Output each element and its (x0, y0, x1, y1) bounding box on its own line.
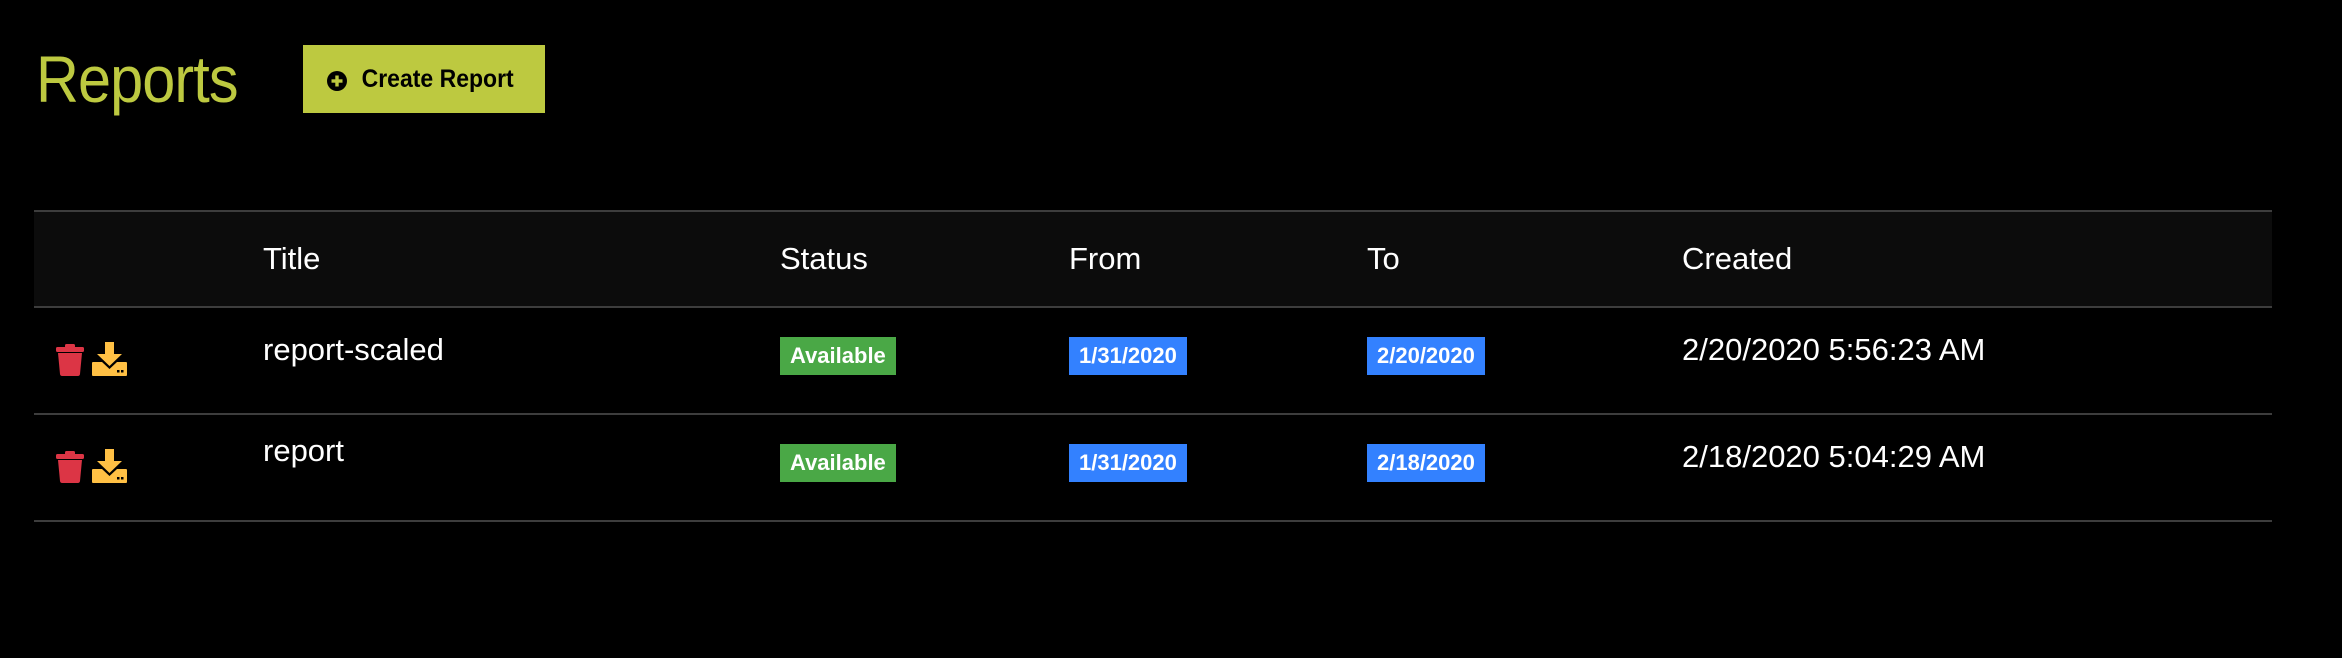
from-date-badge: 1/31/2020 (1069, 337, 1187, 375)
to-cell: 2/20/2020 (1367, 337, 1485, 375)
page-title: Reports (36, 42, 239, 116)
status-badge: Available (780, 337, 896, 375)
status-cell: Available (780, 444, 896, 482)
trash-icon[interactable] (56, 451, 84, 483)
status-cell: Available (780, 337, 896, 375)
report-title[interactable]: report-scaled (263, 332, 444, 368)
report-title[interactable]: report (263, 433, 344, 469)
to-date-badge: 2/20/2020 (1367, 337, 1485, 375)
to-date-badge: 2/18/2020 (1367, 444, 1485, 482)
row-actions (56, 342, 127, 376)
trash-icon[interactable] (56, 344, 84, 376)
column-header-to[interactable]: To (1367, 212, 1400, 306)
created-timestamp: 2/18/2020 5:04:29 AM (1682, 439, 1986, 474)
from-date-badge: 1/31/2020 (1069, 444, 1187, 482)
created-timestamp: 2/20/2020 5:56:23 AM (1682, 332, 1986, 367)
reports-table: Title Status From To Created report-scal… (34, 210, 2272, 522)
column-header-from[interactable]: From (1069, 212, 1141, 306)
download-icon[interactable] (92, 342, 127, 376)
row-actions (56, 449, 127, 483)
to-cell: 2/18/2020 (1367, 444, 1485, 482)
from-cell: 1/31/2020 (1069, 444, 1187, 482)
plus-circle-icon (327, 69, 348, 91)
column-header-title[interactable]: Title (263, 212, 320, 306)
table-header: Title Status From To Created (34, 212, 2272, 308)
table-row: report-scaled Available 1/31/2020 2/20/2… (34, 308, 2272, 415)
status-badge: Available (780, 444, 896, 482)
create-report-label: Create Report (361, 64, 515, 93)
from-cell: 1/31/2020 (1069, 337, 1187, 375)
table-row: report Available 1/31/2020 2/18/2020 2/1… (34, 415, 2272, 522)
column-header-status[interactable]: Status (780, 212, 868, 306)
download-icon[interactable] (92, 449, 127, 483)
column-header-created[interactable]: Created (1682, 212, 1792, 306)
page-header: Reports Create Report (36, 42, 545, 116)
create-report-button[interactable]: Create Report (303, 45, 545, 113)
